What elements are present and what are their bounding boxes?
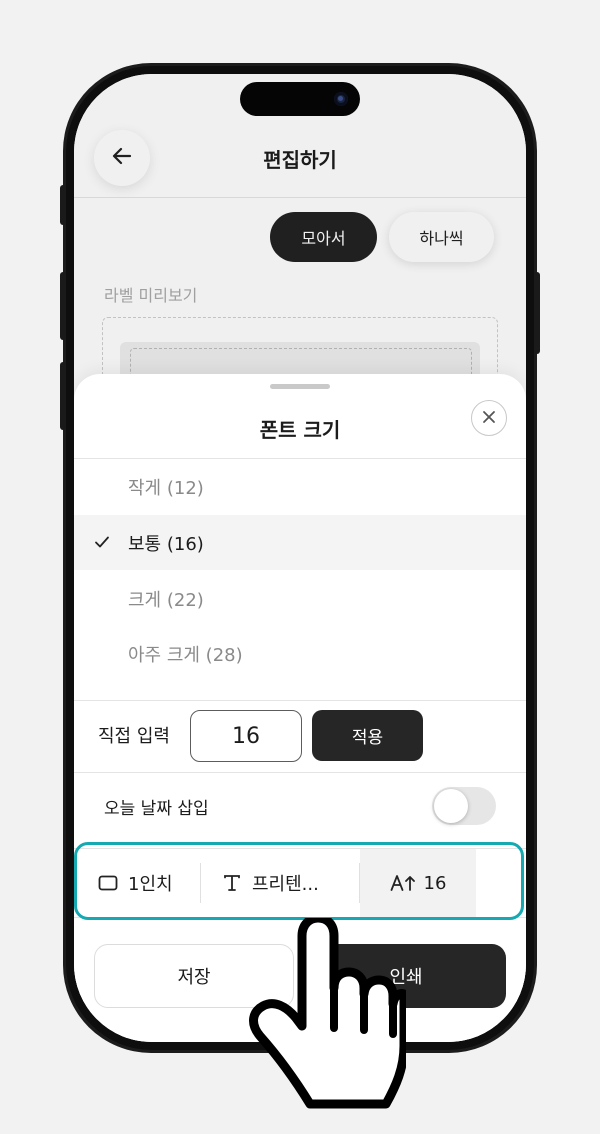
phone-volume-down-button: [60, 362, 66, 430]
dynamic-island: [240, 82, 360, 116]
close-icon: [482, 409, 496, 428]
phone-power-button: [534, 272, 540, 354]
font-option-label: 보통 (16): [128, 533, 204, 555]
phone-action-button: [60, 185, 66, 225]
font-size-input[interactable]: 16: [190, 710, 302, 762]
phone-volume-up-button: [60, 272, 66, 340]
check-icon: [94, 533, 110, 554]
direct-input-divider: [74, 772, 526, 773]
direct-input-label: 직접 입력: [98, 726, 170, 747]
options-divider: [74, 700, 526, 701]
sheet-drag-handle[interactable]: [270, 384, 330, 389]
sheet-title: 폰트 크기: [259, 418, 341, 442]
date-insert-label: 오늘 날짜 삽입: [104, 799, 209, 819]
font-option-large[interactable]: 크게 (22): [74, 571, 526, 626]
font-option-xlarge[interactable]: 아주 크게 (28): [74, 626, 526, 681]
font-option-normal[interactable]: 보통 (16): [74, 515, 526, 570]
pointing-hand-icon: [236, 913, 409, 1114]
close-button[interactable]: [471, 400, 507, 436]
phone-screen: 편집하기 모아서 하나씩 라벨 미리보기 폰트 크기 작게 (12) 보통 (1…: [74, 74, 526, 1042]
font-option-small[interactable]: 작게 (12): [74, 459, 526, 514]
camera-icon: [334, 92, 348, 106]
font-option-label: 작게 (12): [128, 477, 204, 499]
date-insert-toggle[interactable]: [432, 787, 496, 825]
apply-button[interactable]: 적용: [312, 710, 423, 761]
toggle-knob: [434, 789, 468, 823]
toolbar-highlight: [74, 842, 524, 920]
font-option-label: 크게 (22): [128, 589, 204, 611]
font-option-label: 아주 크게 (28): [128, 644, 243, 666]
